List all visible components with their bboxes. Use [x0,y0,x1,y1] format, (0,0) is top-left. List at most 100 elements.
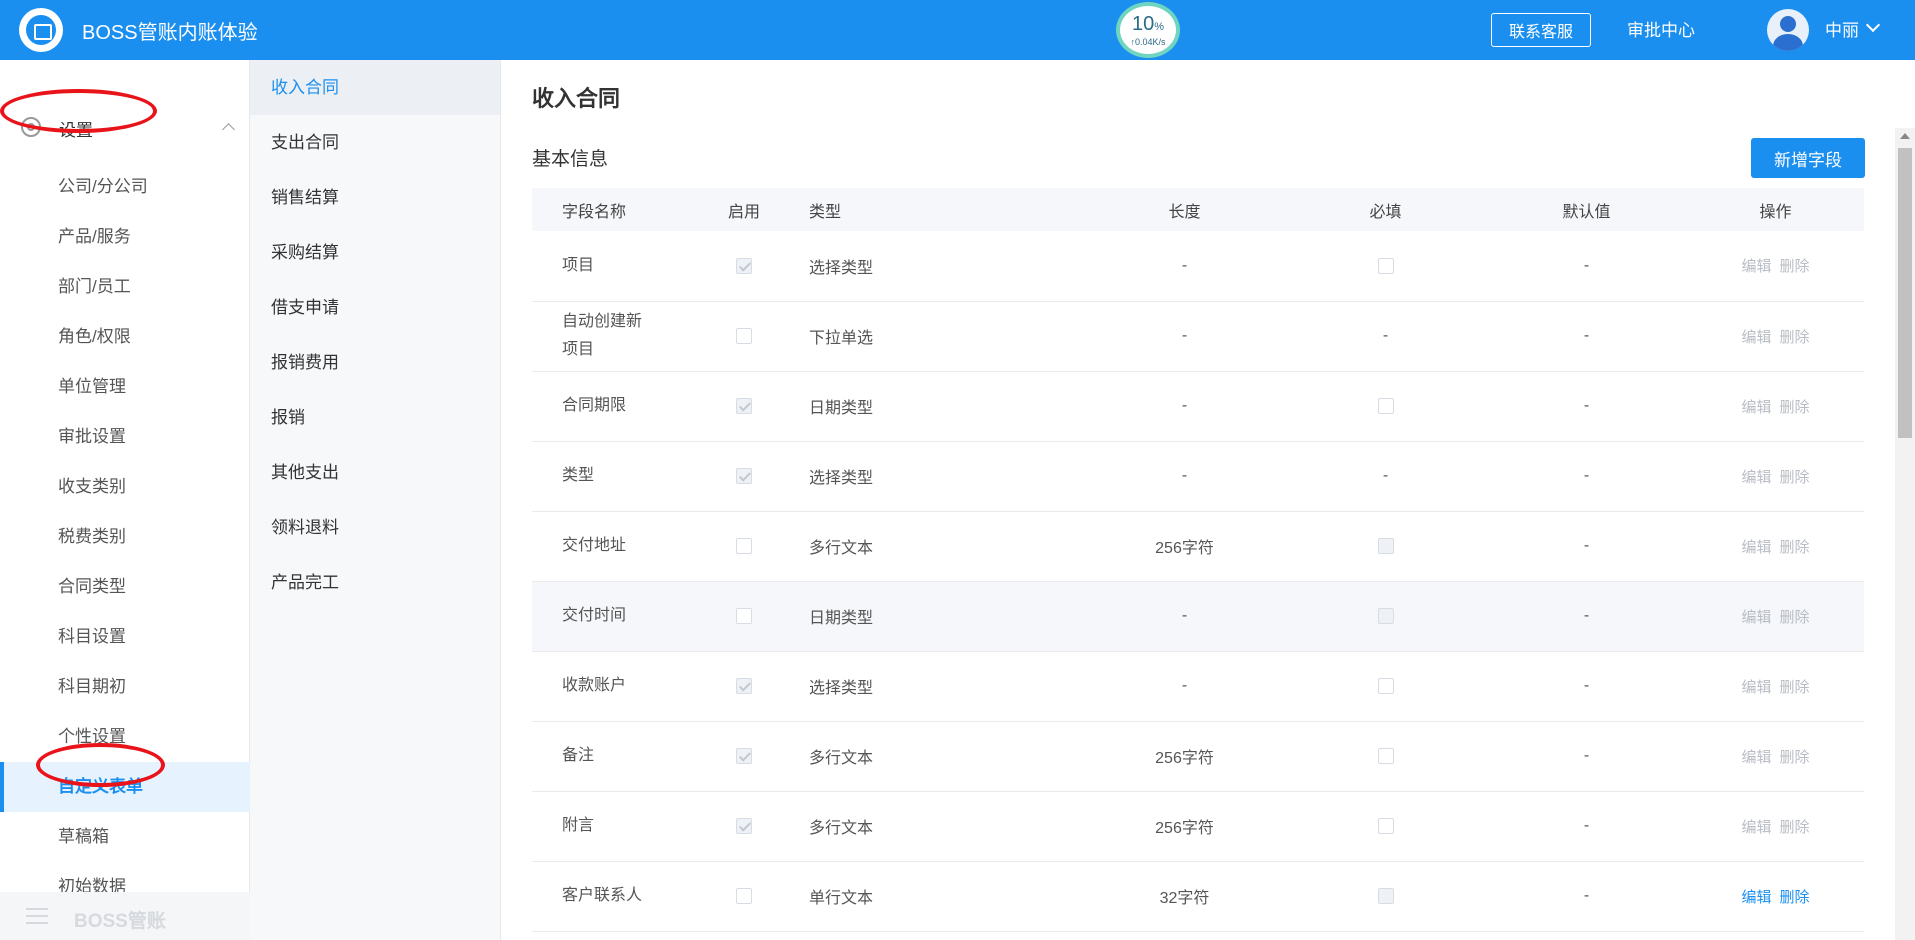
edit-link[interactable]: 编辑 [1741,399,1771,416]
checkbox[interactable] [736,817,752,834]
submenu-item[interactable]: 产品完工 [250,555,500,610]
main-content: 收入合同 基本信息 新增字段 字段名称 启用 类型 长度 必填 默认值 操作 项… [501,60,1915,940]
col-length: 长度 [1084,188,1285,231]
delete-link[interactable]: 删除 [1780,679,1810,696]
sidebar-item[interactable]: 部门/员工 [0,262,250,312]
checkbox[interactable] [736,887,752,904]
edit-link[interactable]: 编辑 [1741,469,1771,486]
app-title: BOSS管账内账体验 [82,22,258,44]
sidebar-menu: 公司/分公司 产品/服务 部门/员工 角色/权限 单位管理 审批设置 收支类别 税费类别 合同类… [0,162,250,912]
network-monitor-widget[interactable]: 10% ↑0.04K/s [1116,2,1180,58]
checkbox[interactable] [736,257,752,274]
field-type: 日期类型 [785,581,1084,652]
submenu-item[interactable]: 报销费用 [250,335,500,390]
checkbox[interactable] [1377,607,1394,624]
delete-link[interactable]: 删除 [1780,889,1810,906]
field-default: - [1486,721,1687,792]
sidebar-item[interactable]: 合同类型 [0,562,250,612]
sidebar-item[interactable]: 科目期初 [0,662,250,712]
sidebar-item[interactable]: 公司/分公司 [0,162,250,212]
edit-link[interactable]: 编辑 [1741,749,1771,766]
edit-link[interactable]: 编辑 [1741,258,1771,275]
delete-link[interactable]: 删除 [1780,329,1810,346]
submenu-item[interactable]: 领料退料 [250,500,500,555]
user-avatar-icon[interactable] [1767,9,1809,51]
submenu-item[interactable]: 借支申请 [250,280,500,335]
checkbox[interactable] [736,467,752,484]
checkbox[interactable] [736,607,752,624]
sidebar: 设置 公司/分公司 产品/服务 部门/员工 角色/权限 单位管理 审批设置 收支类别 税费类别… [0,60,250,940]
field-length: 256字符 [1084,721,1285,792]
edit-link[interactable]: 编辑 [1741,819,1771,836]
edit-link[interactable]: 编辑 [1741,329,1771,346]
field-default: - [1486,511,1687,582]
checkbox[interactable] [1377,537,1394,554]
submenu-item[interactable]: 采购结算 [250,225,500,280]
delete-link[interactable]: 删除 [1780,539,1810,556]
col-field-name: 字段名称 [532,188,703,231]
sidebar-footer[interactable]: BOSS管账 [0,892,250,940]
field-name: 附言 [562,817,595,834]
delete-link[interactable]: 删除 [1780,609,1810,626]
checkbox[interactable] [1377,887,1394,904]
delete-link[interactable]: 删除 [1780,469,1810,486]
delete-link[interactable]: 删除 [1780,749,1810,766]
edit-link[interactable]: 编辑 [1741,539,1771,556]
sidebar-item[interactable]: 收支类别 [0,462,250,512]
edit-link[interactable]: 编辑 [1741,679,1771,696]
col-default: 默认值 [1486,188,1687,231]
field-type: 选择类型 [785,441,1084,512]
cell-text: - [1285,441,1486,512]
submenu-item[interactable]: 其他支出 [250,445,500,500]
app-logo-icon [19,8,63,52]
delete-link[interactable]: 删除 [1780,819,1810,836]
table-row: 交付地址 多行文本 256字符 - 编辑 删除 [532,511,1864,582]
menu-icon [26,908,48,924]
chevron-up-icon[interactable] [222,123,235,136]
edit-link[interactable]: 编辑 [1741,609,1771,626]
checkbox[interactable] [1377,677,1394,694]
checkbox[interactable] [736,397,752,414]
sidebar-item[interactable]: 角色/权限 [0,312,250,362]
col-required: 必填 [1285,188,1486,231]
field-default: - [1486,371,1687,442]
table-header-row: 字段名称 启用 类型 长度 必填 默认值 操作 [532,188,1864,231]
sidebar-item[interactable]: 草稿箱 [0,812,250,862]
table-row: 客户联系人 单行文本 32字符 - 编辑 删除 [532,861,1864,932]
checkbox[interactable] [1377,397,1394,414]
add-field-button[interactable]: 新增字段 [1751,138,1865,178]
sidebar-item[interactable]: 税费类别 [0,512,250,562]
sidebar-item[interactable]: 审批设置 [0,412,250,462]
checkbox[interactable] [1377,817,1394,834]
scrollbar-thumb[interactable] [1898,148,1912,438]
table-row: 类型 选择类型 - - - 编辑 删除 [532,441,1864,512]
field-default: - [1486,231,1687,302]
contact-support-button[interactable]: 联系客服 [1491,13,1591,47]
user-name[interactable]: 中丽 [1825,16,1859,41]
submenu-item[interactable]: 收入合同 [250,60,500,115]
net-percent: 10 [1131,12,1155,35]
field-name: 备注 [562,747,595,764]
sidebar-item[interactable]: 单位管理 [0,362,250,412]
checkbox[interactable] [736,677,752,694]
checkbox[interactable] [1377,747,1394,764]
delete-link[interactable]: 删除 [1780,258,1810,275]
submenu-item[interactable]: 支出合同 [250,115,500,170]
delete-link[interactable]: 删除 [1780,399,1810,416]
field-type: 下拉单选 [785,301,1084,372]
approval-center-link[interactable]: 审批中心 [1627,16,1695,41]
checkbox[interactable] [736,537,752,554]
chevron-down-icon[interactable] [1865,17,1881,33]
checkbox[interactable] [736,747,752,764]
net-speed: ↑0.04K/s [1130,36,1166,47]
submenu-item[interactable]: 销售结算 [250,170,500,225]
scroll-up-icon[interactable] [1900,133,1910,139]
vertical-scrollbar[interactable] [1895,128,1915,940]
checkbox[interactable] [1377,257,1394,274]
field-name: 类型 [562,467,595,484]
checkbox[interactable] [736,327,752,344]
submenu-item[interactable]: 报销 [250,390,500,445]
edit-link[interactable]: 编辑 [1741,889,1771,906]
sidebar-item[interactable]: 科目设置 [0,612,250,662]
sidebar-item[interactable]: 产品/服务 [0,212,250,262]
